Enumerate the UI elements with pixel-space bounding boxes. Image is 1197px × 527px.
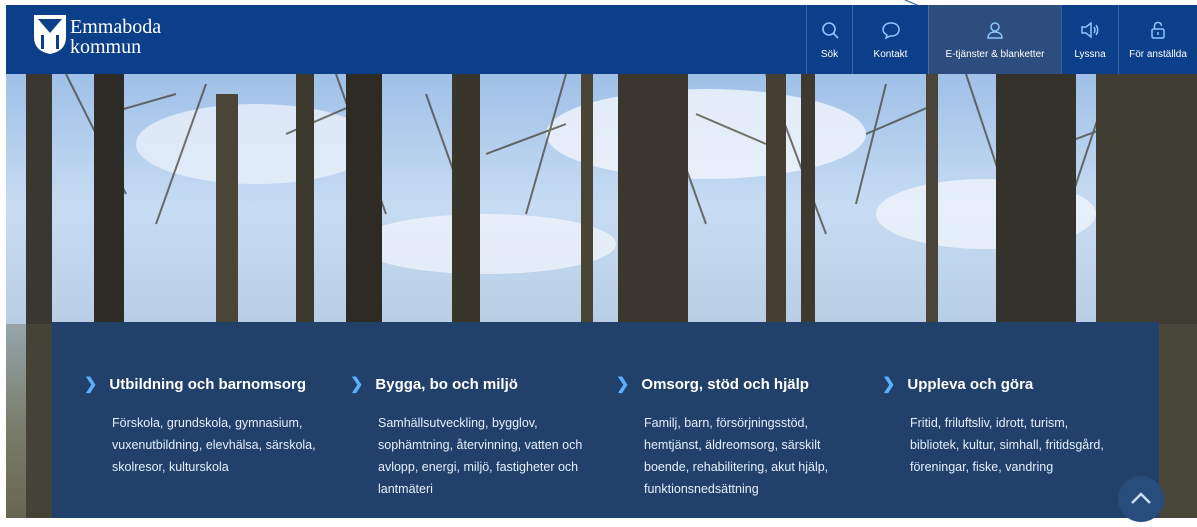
description-line: vuxenutbildning, elevhälsa, särskola, (112, 438, 316, 452)
description-line: funktionsnedsättning (644, 482, 759, 496)
nav-eservices-label: E-tjänster & blanketter (945, 49, 1045, 60)
description-line: Fritid, friluftsliv, idrott, turism, (910, 416, 1069, 430)
nav-employees[interactable]: För anställda (1118, 5, 1197, 74)
description-line: hemtjänst, äldreomsorg, särskilt (644, 438, 821, 452)
category-care[interactable]: ❯ Omsorg, stöd och hjälp Familj, barn, f… (616, 374, 866, 500)
category-panel: ❯ Utbildning och barnomsorg Förskola, gr… (52, 322, 1159, 518)
category-description: Familj, barn, försörjningsstöd, hemtjäns… (644, 412, 866, 500)
category-description: Samhällsutveckling, bygglov, sophämtning… (378, 412, 600, 500)
chevron-up-icon (1131, 492, 1151, 504)
nav-listen[interactable]: Lyssna (1061, 5, 1118, 74)
scroll-to-top-button[interactable] (1118, 476, 1164, 522)
description-line: Familj, barn, försörjningsstöd, (644, 416, 808, 430)
chevron-right-icon: ❯ (882, 376, 896, 393)
category-leisure[interactable]: ❯ Uppleva och göra Fritid, friluftsliv, … (882, 374, 1132, 478)
category-title: Bygga, bo och miljö (375, 375, 518, 393)
description-line: skolresor, kulturskola (112, 460, 229, 474)
description-line: lantmäteri (378, 482, 433, 496)
description-line: Förskola, grundskola, gymnasium, (112, 416, 303, 430)
category-heading[interactable]: ❯ Uppleva och göra (882, 374, 1132, 394)
category-description: Förskola, grundskola, gymnasium, vuxenut… (112, 412, 334, 478)
chat-bubble-icon (881, 22, 900, 40)
nav-eservices[interactable]: E-tjänster & blanketter (928, 5, 1061, 74)
category-title: Utbildning och barnomsorg (109, 375, 307, 393)
logo-line1: Emmaboda (70, 16, 162, 38)
category-education[interactable]: ❯ Utbildning och barnomsorg Förskola, gr… (84, 374, 334, 478)
description-line: sophämtning, återvinning, vatten och (378, 438, 583, 452)
logo-text: Emmaboda kommun (70, 17, 161, 57)
description-line: Samhällsutveckling, bygglov, (378, 416, 538, 430)
chevron-right-icon: ❯ (616, 376, 630, 393)
category-heading[interactable]: ❯ Utbildning och barnomsorg (84, 374, 334, 394)
nav-listen-label: Lyssna (1074, 49, 1106, 60)
nav-employees-label: För anställda (1129, 49, 1187, 60)
description-line: boende, rehabilitering, akut hjälp, (644, 460, 829, 474)
category-title: Uppleva och göra (907, 375, 1034, 393)
nav-contact-label: Kontakt (873, 49, 908, 60)
category-heading[interactable]: ❯ Omsorg, stöd och hjälp (616, 374, 866, 394)
nav-search[interactable]: Sök (806, 5, 852, 74)
description-line: avlopp, energi, miljö, fastigheter och (378, 460, 579, 474)
chevron-right-icon: ❯ (84, 376, 98, 393)
nav-contact[interactable]: Kontakt (852, 5, 928, 74)
lock-icon (1151, 21, 1165, 39)
category-heading[interactable]: ❯ Bygga, bo och miljö (350, 374, 600, 394)
nav-search-label: Sök (820, 49, 839, 60)
category-title: Omsorg, stöd och hjälp (641, 375, 809, 393)
logo-line2: kommun (70, 36, 142, 58)
site-header: Emmaboda kommun Sök Kontakt E-tjänster &… (6, 5, 1197, 74)
site-logo[interactable]: Emmaboda kommun (32, 13, 182, 63)
category-description: Fritid, friluftsliv, idrott, turism, bib… (910, 412, 1132, 478)
description-line: bibliotek, kultur, simhall, fritidsgård, (910, 438, 1104, 452)
category-building[interactable]: ❯ Bygga, bo och miljö Samhällsutveckling… (350, 374, 600, 500)
description-line: föreningar, fiske, vandring (910, 460, 1054, 474)
top-nav: Sök Kontakt E-tjänster & blanketter Lyss… (806, 5, 1197, 74)
coat-of-arms-icon (34, 15, 66, 54)
search-icon (821, 22, 839, 39)
chevron-right-icon: ❯ (350, 376, 364, 393)
speaker-icon (1081, 21, 1099, 39)
user-icon (987, 22, 1003, 39)
